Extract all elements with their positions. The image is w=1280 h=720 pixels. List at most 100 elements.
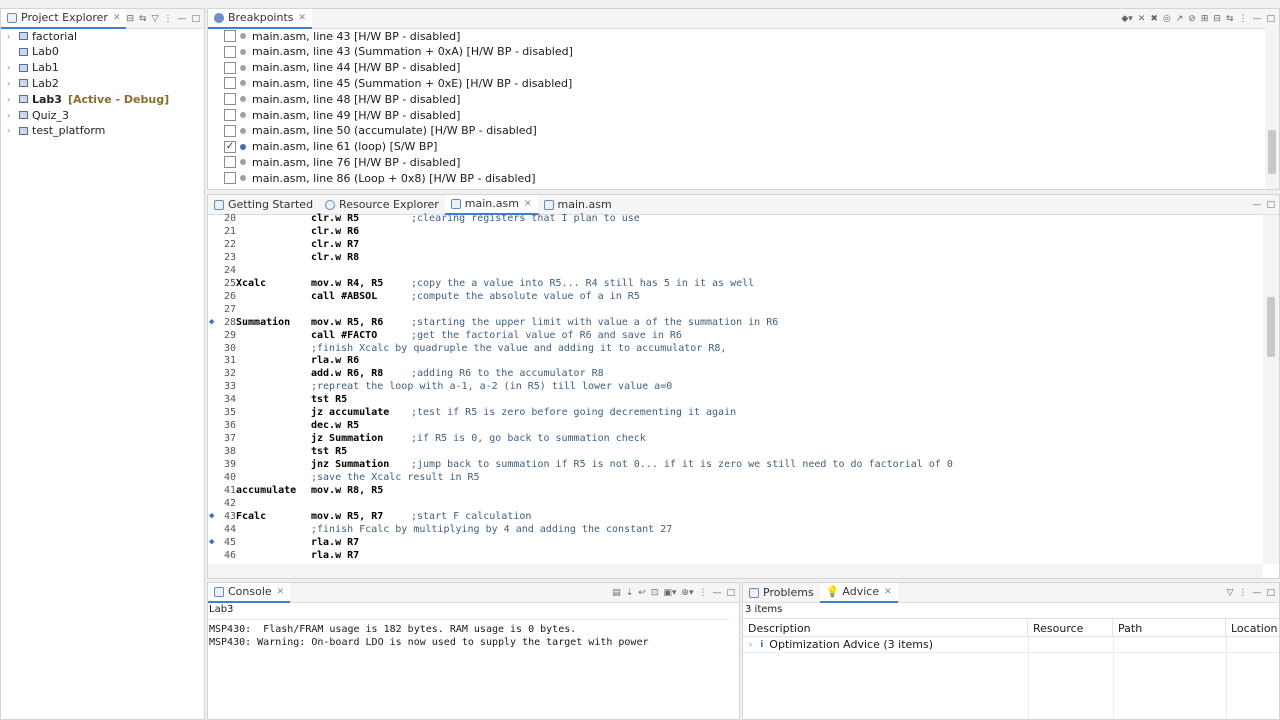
maximize-icon[interactable]: □ [1266, 200, 1275, 210]
code-area[interactable]: 20 clr.w R5 ;clearing registers that I pla… [208, 212, 1263, 564]
tab-advice[interactable]: 💡 Advice ✕ [819, 582, 898, 603]
breakpoint-icon [240, 48, 246, 55]
breakpoint-row[interactable]: main.asm, line 45 (Summation + 0xE) [H/W… [224, 75, 572, 91]
column-description[interactable]: Description [743, 619, 1028, 637]
view-menu-icon[interactable]: ⋮ [163, 14, 172, 24]
breakpoint-row[interactable]: main.asm, line 48 [H/W BP - disabled] [224, 91, 460, 107]
breakpoint-row[interactable]: main.asm, line 50 (accumulate) [H/W BP -… [224, 123, 537, 139]
minimize-icon[interactable]: — [1252, 588, 1261, 598]
view-menu-icon[interactable]: ⋮ [1238, 14, 1247, 24]
breakpoint-checkbox[interactable] [224, 93, 236, 106]
expand-arrow-icon[interactable]: › [7, 79, 17, 88]
column-path[interactable]: Path [1113, 619, 1226, 637]
link-icon[interactable]: ⇆ [1226, 14, 1234, 24]
breakpoint-checkbox[interactable]: ✓ [224, 140, 236, 153]
minimize-icon[interactable]: — [1252, 200, 1261, 210]
breakpoint-row[interactable]: main.asm, line 43 [H/W BP - disabled] [224, 28, 460, 44]
tree-item-label: factorial [32, 29, 78, 43]
go-to-file-icon[interactable]: ↗ [1176, 14, 1184, 24]
column-divider [1226, 637, 1227, 719]
tree-item-lab3[interactable]: › Lab3 [Active - Debug] [1, 91, 169, 107]
tree-item-factorial[interactable]: › factorial [1, 28, 77, 44]
breakpoint-checkbox[interactable] [224, 172, 236, 185]
tree-item-lab2[interactable]: › Lab2 [1, 75, 59, 91]
open-console-icon[interactable]: ⊕▾ [681, 588, 693, 598]
tab-problems[interactable]: Problems [743, 583, 820, 603]
expand-arrow-icon[interactable]: › [7, 32, 17, 41]
breakpoint-checkbox[interactable] [224, 30, 236, 42]
breakpoint-type-icon[interactable]: ◆▾ [1121, 14, 1132, 24]
display-console-icon[interactable]: ▣▾ [663, 588, 676, 598]
tree-item-lab1[interactable]: › Lab1 [1, 60, 59, 76]
line-number: 20 [223, 213, 236, 224]
breakpoint-checkbox[interactable] [224, 45, 236, 58]
editor-hscrollbar[interactable] [208, 564, 1263, 578]
minimize-icon[interactable]: — [1252, 14, 1261, 24]
breakpoint-checkbox[interactable] [224, 124, 236, 137]
breakpoint-row[interactable]: main.asm, line 44 [H/W BP - disabled] [224, 60, 460, 76]
scroll-lock-icon[interactable]: ⇣ [626, 588, 634, 598]
expand-all-icon[interactable]: ⊞ [1201, 14, 1209, 24]
tree-item-test_platform[interactable]: › test_platform [1, 123, 105, 139]
tab-console[interactable]: Console ✕ [208, 582, 291, 603]
expand-arrow-icon[interactable]: › [749, 640, 752, 649]
breakpoint-row[interactable]: main.asm, line 49 [H/W BP - disabled] [224, 107, 460, 123]
console-title: Console [228, 585, 272, 598]
close-icon[interactable]: ✕ [113, 13, 121, 23]
show-breakpoints-icon[interactable]: ◎ [1163, 14, 1171, 24]
code-instruction: jz accumulate [311, 407, 390, 419]
tab-breakpoints[interactable]: Breakpoints ✕ [208, 8, 313, 29]
scrollbar-thumb[interactable] [1267, 297, 1275, 357]
skip-breakpoints-icon[interactable]: ⊘ [1188, 14, 1196, 24]
code-instruction: mov.w R5, R6 [311, 316, 384, 328]
breakpoint-row[interactable]: main.asm, line 43 (Summation + 0xA) [H/W… [224, 44, 573, 60]
close-icon[interactable]: ✕ [299, 13, 307, 23]
filter-icon[interactable]: ▽ [1227, 588, 1234, 598]
expand-arrow-icon[interactable]: › [7, 126, 17, 135]
close-icon[interactable]: ✕ [884, 587, 892, 597]
breakpoint-checkbox[interactable] [224, 109, 236, 121]
tab-project-explorer[interactable]: Project Explorer ✕ [1, 8, 127, 29]
breakpoint-icon [240, 64, 246, 71]
maximize-icon[interactable]: □ [1266, 588, 1275, 598]
collapse-all-icon[interactable]: ⊟ [1213, 14, 1221, 24]
breakpoint-row[interactable]: main.asm, line 76 [H/W BP - disabled] [224, 154, 460, 170]
expand-arrow-icon[interactable]: › [7, 111, 17, 120]
maximize-icon[interactable]: □ [726, 588, 735, 598]
maximize-icon[interactable]: □ [191, 14, 200, 24]
expand-arrow-icon[interactable]: › [7, 63, 17, 72]
remove-all-breakpoints-icon[interactable]: ✖ [1150, 14, 1158, 24]
close-icon[interactable]: ✕ [277, 587, 285, 597]
line-number: 37 [223, 433, 236, 445]
close-icon[interactable]: ✕ [524, 199, 532, 209]
minimize-icon[interactable]: — [712, 588, 721, 598]
scrollbar-thumb[interactable] [1268, 130, 1276, 174]
breakpoint-row[interactable]: main.asm, line 86 (Loop + 0x8) [H/W BP -… [224, 170, 536, 186]
tree-item-lab0[interactable]: Lab0 [1, 44, 59, 60]
word-wrap-icon[interactable]: ↩ [638, 588, 646, 598]
breakpoint-checkbox[interactable] [224, 61, 236, 74]
editor-scrollbar[interactable] [1263, 215, 1279, 564]
column-resource[interactable]: Resource [1028, 619, 1113, 637]
remove-breakpoint-icon[interactable]: ✕ [1138, 14, 1146, 24]
breakpoint-row[interactable]: ✓ main.asm, line 61 (loop) [S/W BP] [224, 139, 437, 155]
breakpoint-checkbox[interactable] [224, 77, 236, 90]
clear-console-icon[interactable]: ▤ [612, 588, 621, 598]
minimize-icon[interactable]: — [177, 14, 186, 24]
breakpoints-scrollbar[interactable] [1265, 28, 1279, 189]
line-number: 35 [223, 407, 236, 419]
pin-console-icon[interactable]: ⊡ [651, 588, 659, 598]
breakpoint-checkbox[interactable] [224, 156, 236, 169]
view-menu-icon[interactable]: ⋮ [1238, 588, 1247, 598]
line-number: 44 [223, 523, 236, 535]
tree-item-quiz_3[interactable]: › Quiz_3 [1, 107, 69, 123]
line-number: 45 [223, 536, 236, 548]
table-row[interactable]: › i Optimization Advice (3 items) [743, 637, 1279, 653]
view-menu-icon[interactable]: ⋮ [698, 588, 707, 598]
link-editor-icon[interactable]: ⇆ [139, 14, 147, 24]
filter-icon[interactable]: ▽ [152, 14, 159, 24]
expand-arrow-icon[interactable]: › [7, 95, 17, 104]
maximize-icon[interactable]: □ [1266, 14, 1275, 24]
collapse-all-icon[interactable]: ⊟ [126, 14, 134, 24]
column-location[interactable]: Location [1226, 619, 1280, 637]
